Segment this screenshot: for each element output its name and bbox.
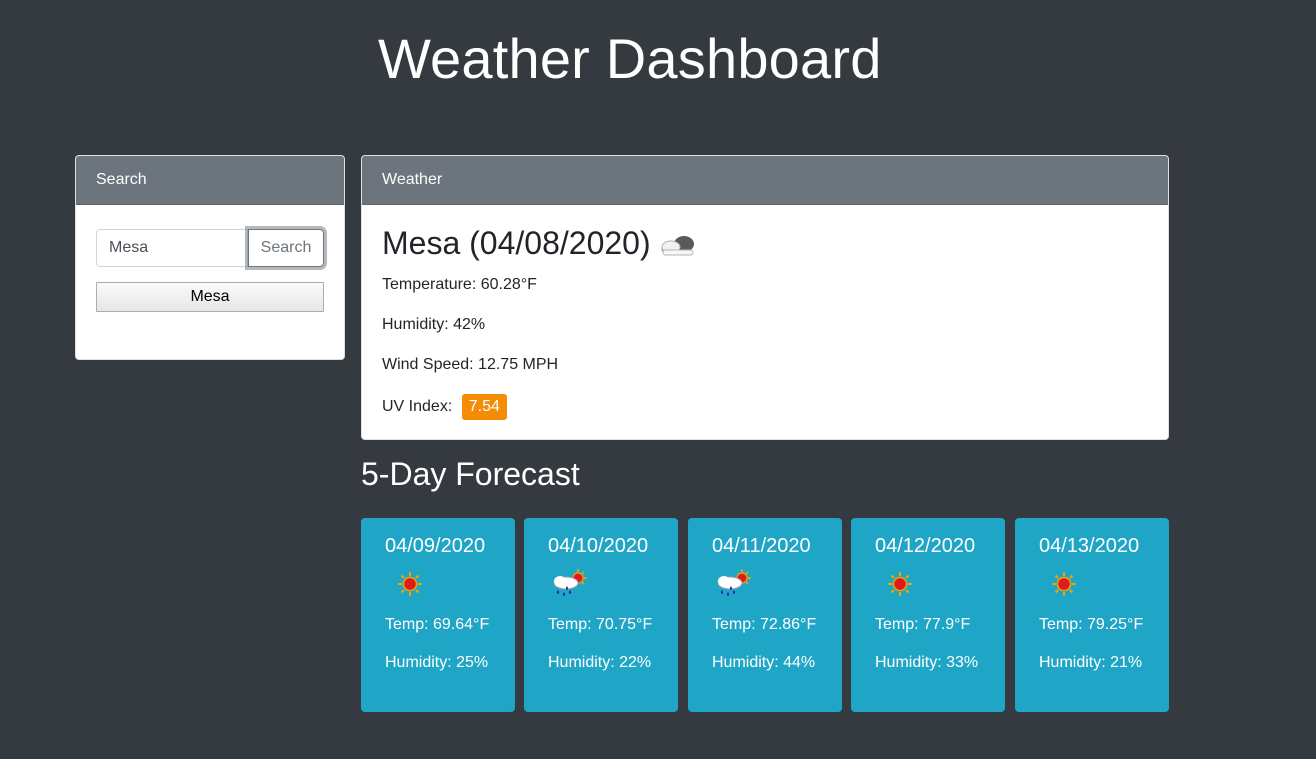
weather-card-body: Mesa (04/08/2020) Temperature: 60.28°F H… bbox=[362, 205, 1168, 439]
forecast-date: 04/10/2020 bbox=[548, 535, 649, 557]
forecast-date: 04/09/2020 bbox=[385, 535, 486, 557]
forecast-temp: Temp: 77.9°F bbox=[875, 616, 971, 633]
forecast-card: 04/10/2020 Temp: 70.75°F Humidity: 22% bbox=[524, 518, 678, 712]
forecast-temp: Temp: 70.75°F bbox=[548, 616, 653, 633]
uv-index-row: UV Index: 7.54 bbox=[382, 394, 1148, 420]
forecast-title: 5-Day Forecast bbox=[361, 456, 580, 492]
uv-index-label: UV Index: bbox=[382, 398, 453, 415]
forecast-humidity: Humidity: 44% bbox=[712, 654, 816, 671]
cloud-icon bbox=[657, 229, 701, 259]
weather-card-header: Weather bbox=[362, 156, 1168, 205]
sun-icon bbox=[1039, 566, 1085, 602]
forecast-temp: Temp: 79.25°F bbox=[1039, 616, 1144, 633]
uv-index-badge: 7.54 bbox=[461, 394, 507, 420]
weather-card: Weather Mesa (04/08/2020) Temperature: 6… bbox=[361, 155, 1169, 440]
forecast-humidity: Humidity: 33% bbox=[875, 654, 979, 671]
forecast-humidity: Humidity: 25% bbox=[385, 654, 489, 671]
forecast-card: 04/13/2020 Temp: 79.25°F Humidity: 21% bbox=[1015, 518, 1169, 712]
humidity-text: Humidity: 42% bbox=[382, 316, 486, 333]
forecast-humidity: Humidity: 21% bbox=[1039, 654, 1143, 671]
search-card: Search Search Mesa bbox=[75, 155, 345, 360]
forecast-date: 04/12/2020 bbox=[875, 535, 976, 557]
forecast-card: 04/12/2020 Temp: 77.9°F Humidity: 33% bbox=[851, 518, 1005, 712]
city-date: Mesa (04/08/2020) bbox=[382, 225, 651, 261]
search-button[interactable]: Search bbox=[248, 229, 324, 267]
forecast-card: 04/09/2020 Temp: 69.64°F Humidity: 25% bbox=[361, 518, 515, 712]
forecast-temp: Temp: 72.86°F bbox=[712, 616, 817, 633]
rain-sun-icon bbox=[712, 566, 758, 602]
history-button-mesa[interactable]: Mesa bbox=[96, 282, 324, 312]
sun-icon bbox=[385, 566, 431, 602]
forecast-humidity: Humidity: 22% bbox=[548, 654, 652, 671]
search-card-header: Search bbox=[76, 156, 344, 205]
temperature-text: Temperature: 60.28°F bbox=[382, 276, 537, 293]
page-title: Weather Dashboard bbox=[378, 27, 882, 90]
sun-icon bbox=[875, 566, 921, 602]
forecast-date: 04/11/2020 bbox=[712, 535, 811, 557]
forecast-temp: Temp: 69.64°F bbox=[385, 616, 490, 633]
search-row: Search bbox=[96, 229, 324, 267]
forecast-card: 04/11/2020 Temp: 72.86°F Humidity: 44% bbox=[688, 518, 842, 712]
search-card-body: Search Mesa bbox=[76, 205, 344, 336]
wind-speed-text: Wind Speed: 12.75 MPH bbox=[382, 356, 559, 373]
city-heading: Mesa (04/08/2020) bbox=[382, 225, 1148, 262]
forecast-date: 04/13/2020 bbox=[1039, 535, 1140, 557]
rain-sun-icon bbox=[548, 566, 594, 602]
search-input[interactable] bbox=[96, 229, 248, 267]
